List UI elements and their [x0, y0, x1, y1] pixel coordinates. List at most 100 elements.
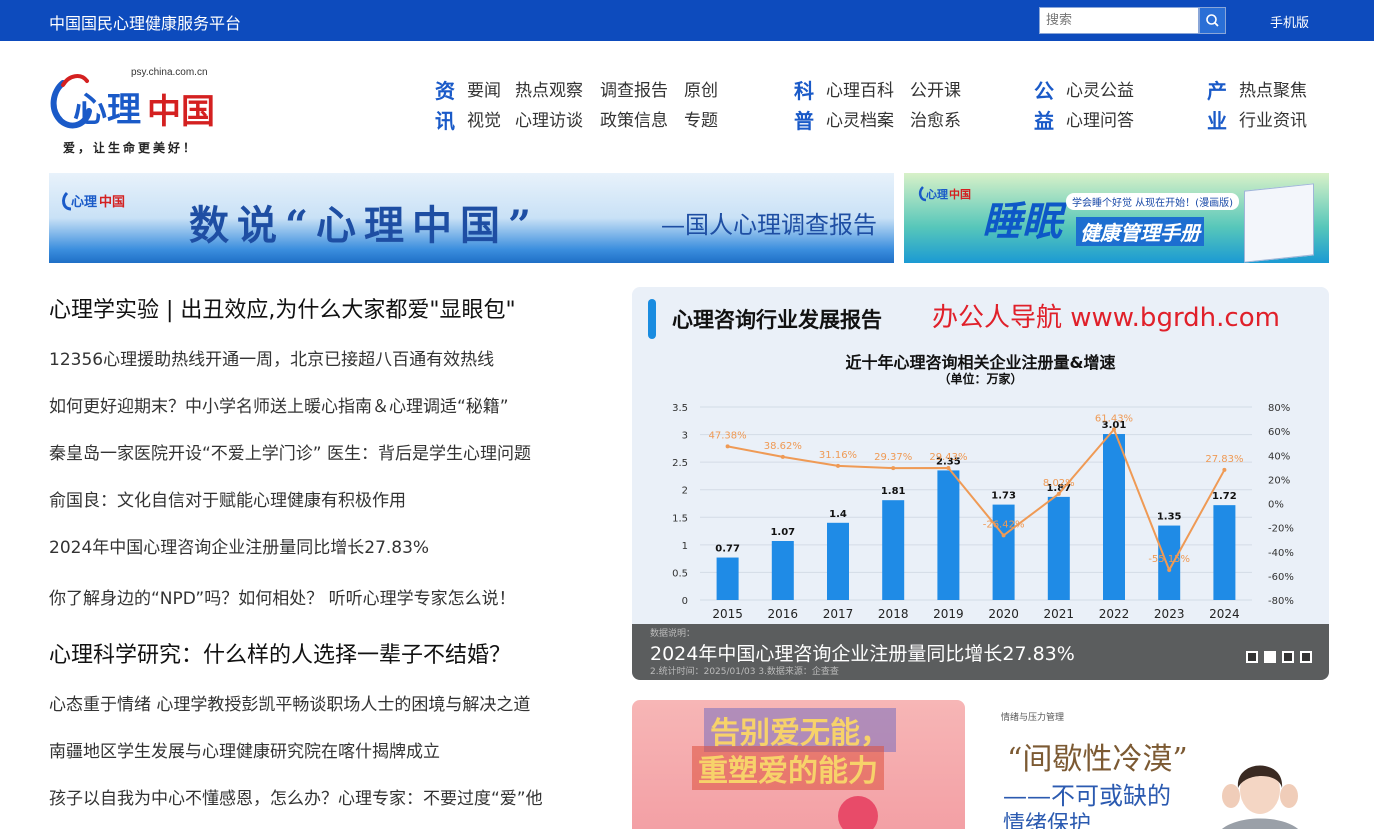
svg-text:心理: 心理 — [73, 90, 141, 130]
bar — [937, 470, 960, 600]
y2-tick-label: -40% — [1268, 548, 1294, 559]
news-item[interactable]: 南疆地区学生发展与心理健康研究院在喀什揭牌成立 — [49, 737, 440, 762]
growth-point — [1222, 467, 1227, 472]
slide-pager — [1240, 648, 1312, 667]
x-tick-label: 2018 — [878, 607, 909, 621]
nav-link-diaocha[interactable]: 调查报告 — [600, 76, 668, 106]
news-item[interactable]: 心态重于情绪 心理学教授彭凯平畅谈职场人士的困境与解决之道 — [49, 690, 530, 715]
bar-value-label: 1.07 — [770, 527, 795, 538]
banner-subtitle: —国人心理调查报告 — [661, 211, 877, 239]
y-tick-label: 0 — [682, 596, 688, 607]
nav-link-shijue[interactable]: 视觉 — [467, 106, 501, 136]
nav-link-dangan[interactable]: 心灵档案 — [826, 106, 894, 136]
growth-point — [891, 466, 896, 471]
stressed-person-illustration — [1222, 765, 1298, 829]
bar-value-label: 0.77 — [715, 544, 740, 555]
news-headline[interactable]: 心理科学研究：什么样的人选择一辈子不结婚？ — [49, 637, 511, 669]
nav-link-zhiyu[interactable]: 治愈系 — [910, 106, 961, 136]
slide-dot[interactable] — [1282, 651, 1294, 663]
site-logo[interactable]: 心理 中国 psy.china.com.cn 爱，让生命更美好！ — [49, 63, 224, 158]
growth-point — [780, 454, 785, 459]
emotional-detachment-tile[interactable]: 情绪与压力管理 “间歇性冷漠” ——不可或缺的 情绪保护 — [985, 700, 1329, 829]
bar-value-label: 1.72 — [1212, 491, 1237, 502]
nav-category-char: 讯 — [435, 109, 455, 133]
news-item[interactable]: 2024年中国心理咨询企业注册量同比增长27.83% — [49, 533, 429, 558]
slide-caption[interactable]: 2024年中国心理咨询企业注册量同比增长27.83% — [650, 639, 1075, 666]
growth-value-label: 47.38% — [709, 430, 747, 441]
nav-link-wenda[interactable]: 心理问答 — [1066, 106, 1134, 136]
y2-tick-label: -20% — [1268, 524, 1294, 535]
banner-mini-logo: 心理 中国 — [61, 185, 125, 218]
x-tick-label: 2020 — [988, 607, 1019, 621]
love-ability-tile[interactable]: 告别爱无能， 重塑爱的能力 — [632, 700, 965, 829]
nav-link-jujiao[interactable]: 热点聚焦 — [1239, 76, 1307, 106]
banner-title: 数说“心理中国” — [189, 202, 540, 249]
nav-category-char: 科 — [794, 79, 814, 103]
svg-text:心理: 心理 — [926, 188, 948, 201]
bar — [827, 522, 849, 600]
nav-category-char: 产 — [1207, 79, 1227, 103]
slide-caption-bar: 数据说明： 2024年中国心理咨询企业注册量同比增长27.83% 2.统计时间：… — [632, 624, 1329, 680]
x-tick-label: 2023 — [1154, 607, 1185, 621]
slide-dot-active[interactable] — [1264, 651, 1276, 663]
site-title[interactable]: 中国国民心理健康服务平台 — [49, 10, 241, 34]
nav-link-zhengce[interactable]: 政策信息 — [600, 106, 668, 136]
news-item[interactable]: 如何更好迎期末？中小学名师送上暖心指南＆心理调适“秘籍” — [49, 392, 509, 417]
search-icon — [1206, 14, 1219, 27]
featured-slideshow[interactable]: 心理咨询行业发展报告 办公人导航 www.bgrdh.com 近十年心理咨询相关… — [632, 287, 1329, 680]
top-bar: 中国国民心理健康服务平台 手机版 — [0, 0, 1374, 41]
mobile-version-link[interactable]: 手机版 — [1270, 12, 1309, 31]
search-button[interactable] — [1199, 7, 1226, 34]
nav-link-yaowen[interactable]: 要闻 — [467, 76, 501, 106]
nav-link-gongkaike[interactable]: 公开课 — [910, 76, 961, 106]
y2-tick-label: 80% — [1268, 403, 1290, 414]
registration-chart: 0 0.5 1 1.5 2 2.5 3 3.5 -80% -60% -40% -20% 0% 20% 40%… — [672, 403, 1294, 621]
nav-category-char: 益 — [1034, 109, 1054, 133]
x-tick-label: 2015 — [712, 607, 743, 621]
bar-value-label: 1.35 — [1157, 512, 1182, 523]
tile-subtitle-2: 情绪保护 — [1003, 812, 1092, 829]
nav-link-zhuanti[interactable]: 专题 — [684, 106, 718, 136]
growth-point — [946, 466, 951, 471]
tile-title: “间歇性冷漠” — [1007, 742, 1188, 777]
news-item[interactable]: 12356心理援助热线开通一周，北京已接超八百通有效热线 — [49, 345, 494, 370]
growth-value-label: 8.02% — [1043, 478, 1075, 489]
x-tick-label: 2016 — [768, 607, 799, 621]
nav-link-hangye[interactable]: 行业资讯 — [1239, 106, 1307, 136]
news-item[interactable]: 秦皇岛一家医院开设“不爱上学门诊” 医生：背后是学生心理问题 — [49, 439, 531, 464]
y-tick-label: 2 — [682, 486, 688, 497]
sleep-handbook-banner[interactable]: 心理 中国 睡眠 学会睡个好觉 从现在开始！(漫画版) 健康管理手册 — [904, 173, 1329, 263]
banner-sleep-title: 睡眠 — [982, 199, 1062, 245]
growth-value-label: 31.16% — [819, 450, 857, 461]
news-headline[interactable]: 心理学实验 | 出丑效应,为什么大家都爱"显眼包" — [49, 292, 516, 324]
nav-link-yuanchuang[interactable]: 原创 — [684, 76, 718, 106]
bar — [1213, 505, 1236, 600]
survey-report-banner[interactable]: 心理 中国 数说“心理中国” —国人心理调查报告 — [49, 173, 894, 263]
y-tick-label: 2.5 — [672, 458, 688, 469]
slide-dot[interactable] — [1300, 651, 1312, 663]
logo-url: psy.china.com.cn — [131, 67, 208, 78]
y2-tick-label: 40% — [1268, 451, 1290, 462]
nav-link-baike[interactable]: 心理百科 — [826, 76, 894, 106]
growth-value-label: 29.37% — [874, 452, 912, 463]
news-item[interactable]: 你了解身边的“NPD”吗？如何相处？ 听听心理学专家怎么说！ — [49, 584, 516, 609]
bar — [1047, 496, 1070, 600]
y2-tick-label: 0% — [1268, 500, 1284, 511]
news-item[interactable]: 俞国良：文化自信对于赋能心理健康有积极作用 — [49, 486, 406, 511]
y2-tick-label: -80% — [1268, 596, 1294, 607]
slide-dot[interactable] — [1246, 651, 1258, 663]
bar-value-label: 1.81 — [881, 486, 906, 497]
nav-link-fangtan[interactable]: 心理访谈 — [515, 106, 583, 136]
y-tick-label: 3.5 — [672, 403, 688, 414]
search-input[interactable] — [1039, 7, 1199, 34]
tile-title-line2: 重塑爱的能力 — [692, 746, 884, 790]
nav-link-gongyi[interactable]: 心灵公益 — [1066, 76, 1134, 106]
x-tick-label: 2019 — [933, 607, 964, 621]
news-item[interactable]: 孩子以自我为中心不懂感恩，怎么办？心理专家：不要过度“爱”他 — [49, 784, 543, 809]
nav-category-char: 公 — [1034, 79, 1054, 103]
nav-link-redian[interactable]: 热点观察 — [515, 76, 583, 106]
nav-category-char: 普 — [794, 109, 814, 133]
bar — [882, 500, 905, 600]
chart-note: 数据说明： — [650, 629, 696, 639]
growth-point — [836, 463, 840, 468]
